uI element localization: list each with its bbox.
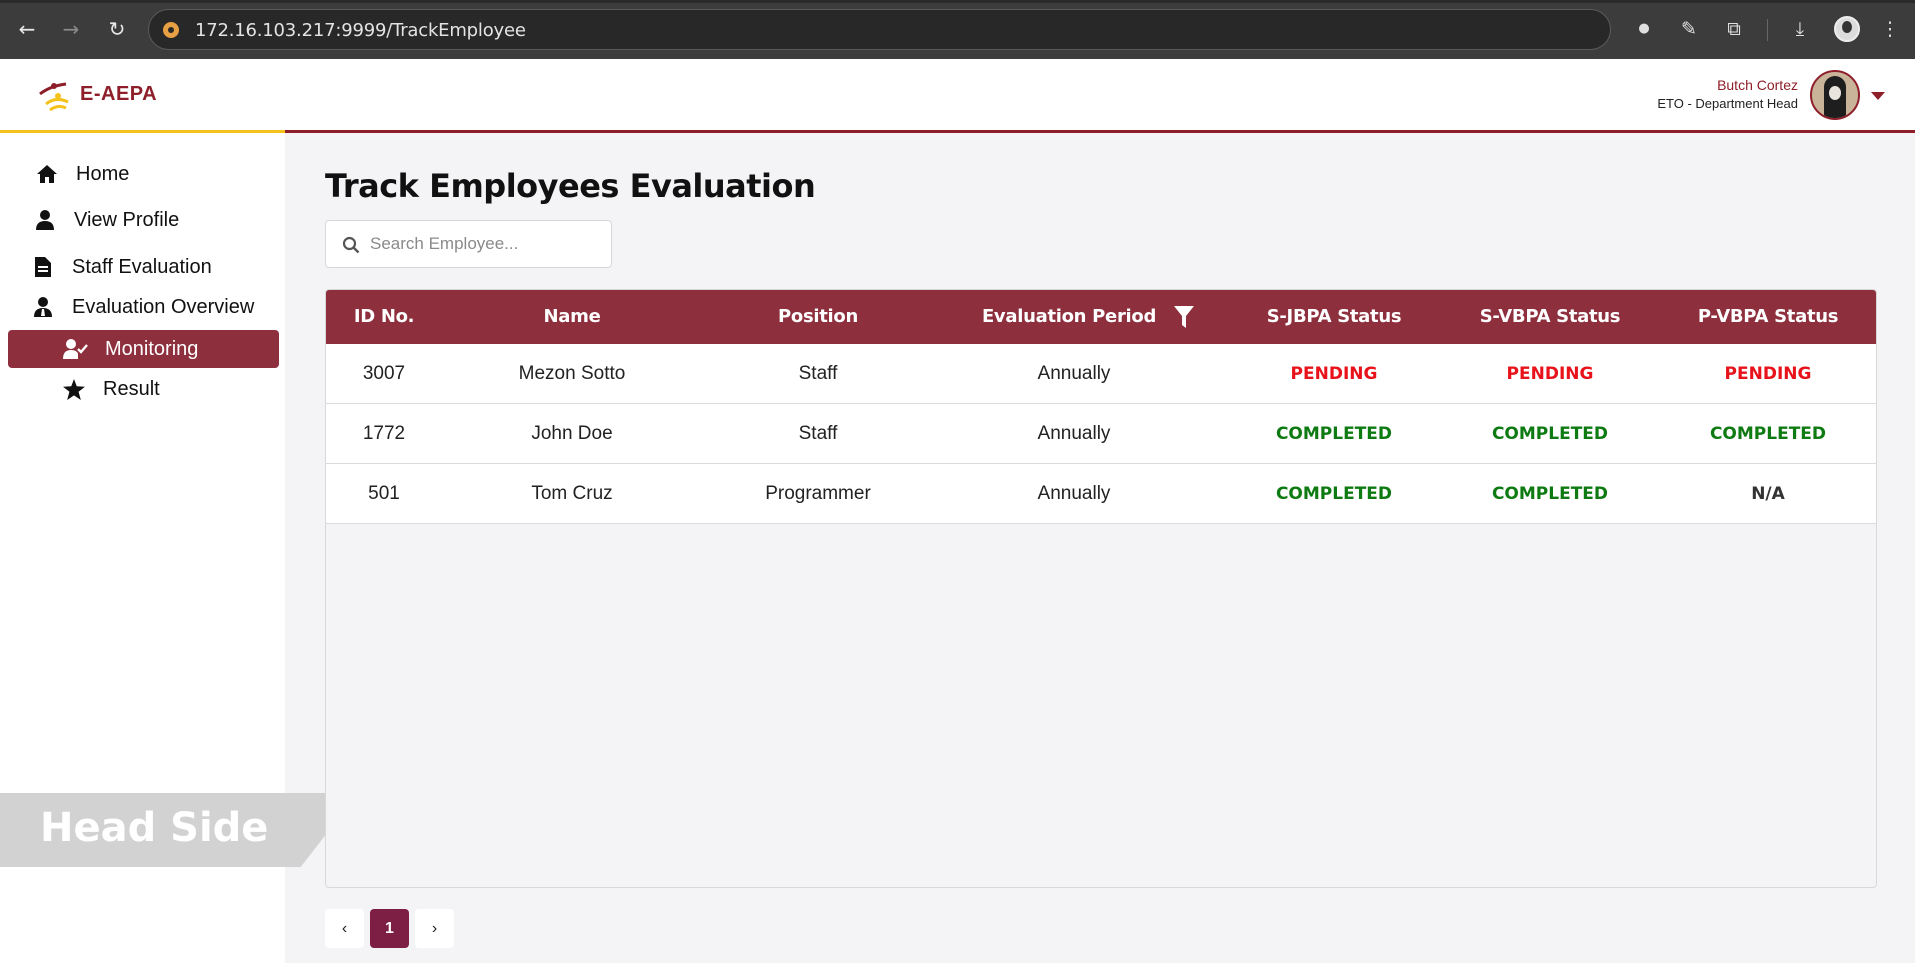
sidebar-item-label: Evaluation Overview [72,295,255,318]
sidebar-item-label: View Profile [74,208,180,231]
sidebar-item-label: Monitoring [105,337,199,360]
column-header-position[interactable]: Position [702,290,934,344]
search-icon [342,236,360,254]
document-icon [30,254,56,280]
cell-id: 3007 [362,363,406,384]
status-badge: COMPLETED [1491,424,1609,444]
user-role: ETO - Department Head [1657,96,1798,111]
back-icon[interactable]: ← [14,16,40,42]
user-check-icon [63,336,89,362]
sidebar-item-home[interactable]: Home [34,155,129,193]
cell-name: Tom Cruz [531,483,613,504]
extension-dot-icon[interactable]: ● [1631,16,1657,42]
status-badge: COMPLETED [1275,424,1393,444]
sidebar-item-result[interactable]: Result [61,370,160,408]
status-badge: PENDING [1506,364,1594,384]
status-badge: COMPLETED [1709,424,1827,444]
browser-top-edge [0,0,1915,3]
user-menu-caret-icon[interactable] [1871,92,1885,100]
column-header-evaluation-period[interactable]: Evaluation Period [934,290,1242,344]
status-badge: PENDING [1290,364,1378,384]
header-divider [0,130,1915,133]
eyedropper-icon[interactable]: ✎ [1676,16,1702,42]
sidebar-item-label: Staff Evaluation [72,255,212,278]
table-header: ID No. Name Position Evaluation Period S… [326,290,1876,344]
sidebar-item-label: Home [76,162,130,185]
search-input[interactable] [370,231,600,257]
home-icon [34,161,60,187]
cell-position: Programmer [765,483,871,504]
sidebar-item-monitoring[interactable]: Monitoring [8,330,279,368]
column-header-sjbpa[interactable]: S-JBPA Status [1234,290,1434,344]
user-name: Butch Cortez [1717,77,1798,93]
pagination-prev-button[interactable]: ‹ [325,909,364,948]
logo-text: E-AEPA [80,83,158,105]
cell-id: 1772 [362,423,406,444]
employee-table: ID No. Name Position Evaluation Period S… [325,289,1877,888]
filter-icon[interactable] [1174,306,1195,328]
status-badge: COMPLETED [1491,484,1609,504]
site-info-icon[interactable] [163,22,179,38]
more-menu-icon[interactable]: ⋮ [1877,16,1903,42]
watermark-text: Head Side [40,805,269,851]
table-row[interactable]: 1772 John Doe Staff Annually COMPLETED C… [326,404,1876,464]
avatar-face [1829,86,1841,100]
sidebar-item-evaluation-overview[interactable]: Evaluation Overview [30,288,254,326]
table-row[interactable]: 501 Tom Cruz Programmer Annually COMPLET… [326,464,1876,524]
search-box[interactable] [325,220,612,268]
star-icon [61,376,87,402]
status-badge: PENDING [1724,364,1812,384]
column-header-name[interactable]: Name [442,290,702,344]
sidebar-item-view-profile[interactable]: View Profile [32,201,179,239]
pagination-next-button[interactable]: › [415,909,454,948]
app-header [0,59,1915,132]
cell-id: 501 [368,483,400,504]
column-header-label: Evaluation Period [981,306,1157,327]
user-tie-icon [30,294,56,320]
cell-name: John Doe [531,423,613,444]
table-row[interactable]: 3007 Mezon Sotto Staff Annually PENDING … [326,344,1876,404]
column-header-svbpa[interactable]: S-VBPA Status [1450,290,1650,344]
column-header-pvbpa[interactable]: P-VBPA Status [1668,290,1868,344]
status-badge: COMPLETED [1275,484,1393,504]
extensions-icon[interactable]: ⧉ [1721,16,1747,42]
browser-toolbar: ← → ↻ 172.16.103.217:9999/TrackEmployee … [0,0,1915,59]
cell-position: Staff [798,423,838,444]
download-icon[interactable]: ⤓ [1787,16,1813,42]
column-header-id[interactable]: ID No. [326,290,442,344]
user-avatar[interactable] [1810,70,1860,120]
status-badge: N/A [1751,484,1785,504]
pagination-page-button[interactable]: 1 [370,909,409,948]
sidebar-item-staff-evaluation[interactable]: Staff Evaluation [30,248,212,286]
page-title: Track Employees Evaluation [325,167,816,205]
reload-icon[interactable]: ↻ [104,16,130,42]
cell-name: Mezon Sotto [518,363,626,384]
sidebar-item-label: Result [103,377,160,400]
forward-icon[interactable]: → [58,16,84,42]
browser-profile-avatar[interactable] [1834,16,1860,42]
user-icon [32,207,58,233]
cell-position: Staff [798,363,838,384]
cell-period: Annually [1037,363,1111,384]
toolbar-divider [1767,19,1768,41]
url-text: 172.16.103.217:9999/TrackEmployee [195,20,526,41]
cell-period: Annually [1037,483,1111,504]
address-bar[interactable]: 172.16.103.217:9999/TrackEmployee [148,9,1611,50]
cell-period: Annually [1037,423,1111,444]
